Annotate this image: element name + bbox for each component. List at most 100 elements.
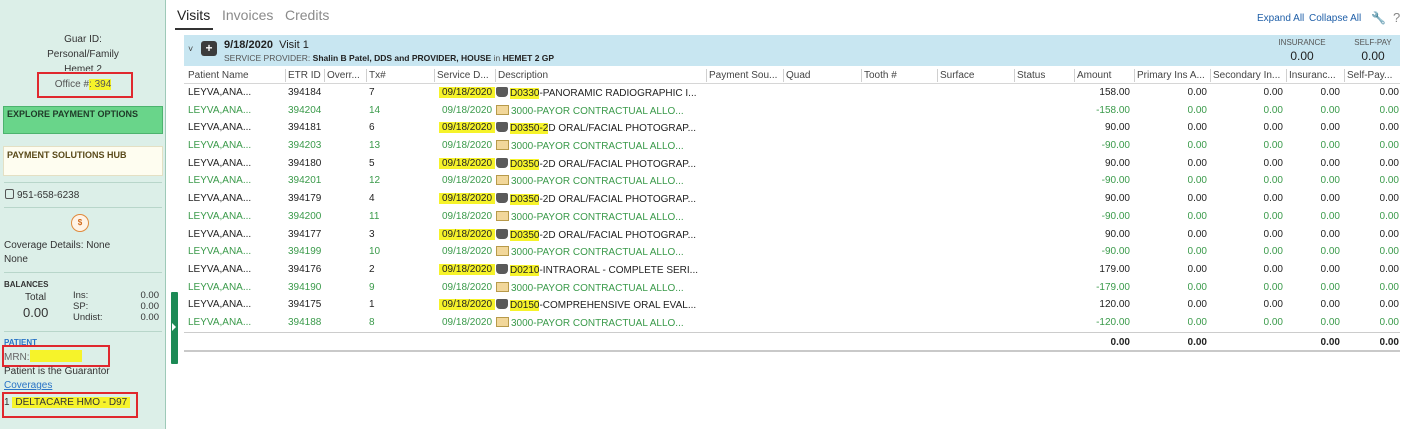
payment-coin-icon[interactable]: $ bbox=[71, 214, 89, 232]
selfpay-cell: 0.00 bbox=[1379, 140, 1399, 152]
column-divider[interactable] bbox=[1286, 69, 1287, 82]
tab-credits[interactable]: Credits bbox=[285, 7, 329, 23]
column-header[interactable]: Surface bbox=[940, 70, 1014, 81]
expand-all-link[interactable]: Expand All bbox=[1257, 13, 1304, 24]
visit-location: HEMET 2 GP bbox=[502, 53, 555, 63]
column-header[interactable]: Quad bbox=[786, 70, 860, 81]
column-divider[interactable] bbox=[1134, 69, 1135, 82]
divider bbox=[4, 331, 162, 332]
column-divider[interactable] bbox=[495, 69, 496, 82]
column-divider[interactable] bbox=[861, 69, 862, 82]
visit-header[interactable]: ˅ + 9/18/2020 Visit 1 SERVICE PROVIDER: … bbox=[184, 35, 1400, 66]
amount-cell: 120.00 bbox=[1099, 299, 1130, 311]
procedure-code: D0330 bbox=[510, 88, 540, 99]
column-divider[interactable] bbox=[783, 69, 784, 82]
column-header[interactable]: Payment Sou... bbox=[709, 70, 783, 81]
amount-cell: -179.00 bbox=[1096, 281, 1130, 293]
procedure-row[interactable]: LEYVA,ANA... 394177 3 09/18/2020 D0350-2D OR… bbox=[184, 225, 1400, 244]
secondary-cell: 0.00 bbox=[1263, 299, 1283, 311]
amount-cell: -90.00 bbox=[1101, 210, 1130, 222]
adjustment-row[interactable]: LEYVA,ANA... 394201 12 09/18/2020 3000-PAYOR… bbox=[184, 172, 1400, 191]
procedure-row[interactable]: LEYVA,ANA... 394180 5 09/18/2020 D0350-2D OR… bbox=[184, 154, 1400, 173]
column-header[interactable]: Description bbox=[498, 70, 704, 81]
procedure-row[interactable]: LEYVA,ANA... 394175 1 09/18/2020 D0150-COMPR… bbox=[184, 296, 1400, 314]
procedure-row[interactable]: LEYVA,ANA... 394179 4 09/18/2020 D0350-2D OR… bbox=[184, 190, 1400, 208]
description-text: D ORAL/FACIAL PHOTOGRAP... bbox=[548, 123, 696, 135]
selfpay-cell: 0.00 bbox=[1379, 157, 1399, 169]
column-divider[interactable] bbox=[1074, 69, 1075, 82]
adjustment-row[interactable]: LEYVA,ANA... 394200 11 09/18/2020 3000-PAYOR… bbox=[184, 207, 1400, 226]
service-date: 09/18/2020 bbox=[439, 122, 496, 134]
chevron-down-icon[interactable]: ˅ bbox=[188, 44, 193, 54]
adjustment-row[interactable]: LEYVA,ANA... 394188 8 09/18/2020 3000-PAYOR … bbox=[184, 313, 1400, 332]
tab-visits[interactable]: Visits bbox=[177, 7, 210, 23]
column-header[interactable]: Amount bbox=[1077, 70, 1131, 81]
etr-id-cell: 394177 bbox=[288, 228, 322, 240]
adjustment-row[interactable]: LEYVA,ANA... 394199 10 09/18/2020 3000-PAYOR… bbox=[184, 243, 1400, 261]
procedure-row[interactable]: LEYVA,ANA... 394181 6 09/18/2020 D0350-2D OR… bbox=[184, 119, 1400, 138]
procedure-row[interactable]: LEYVA,ANA... 394184 7 09/18/2020 D0330-PANOR… bbox=[184, 84, 1400, 102]
column-header[interactable]: Tooth # bbox=[864, 70, 938, 81]
tx-number-cell: 12 bbox=[369, 175, 381, 187]
tx-number-cell: 3 bbox=[369, 228, 375, 240]
explore-payment-options-button[interactable]: EXPLORE PAYMENT OPTIONS bbox=[3, 106, 163, 134]
column-header[interactable]: Primary Ins A... bbox=[1137, 70, 1209, 81]
column-divider[interactable] bbox=[706, 69, 707, 82]
service-date: 09/18/2020 bbox=[442, 140, 493, 152]
total-insurance: 0.00 bbox=[1320, 336, 1340, 348]
column-header[interactable]: ETR ID bbox=[288, 70, 324, 81]
collapse-all-link[interactable]: Collapse All bbox=[1309, 13, 1361, 24]
column-divider[interactable] bbox=[1014, 69, 1015, 82]
procedure-code: D0210 bbox=[510, 264, 540, 276]
procedure-row[interactable]: LEYVA,ANA... 394176 2 09/18/2020 D0210-INTRA… bbox=[184, 260, 1400, 279]
adjustment-row[interactable]: LEYVA,ANA... 394203 13 09/18/2020 3000-PAYOR… bbox=[184, 137, 1400, 155]
column-header[interactable]: Self-Pay... bbox=[1347, 70, 1401, 81]
insurance-cell: 0.00 bbox=[1320, 281, 1340, 293]
column-header[interactable]: Service D... bbox=[437, 70, 495, 81]
panel-collapse-handle[interactable] bbox=[171, 292, 178, 364]
tx-number-cell: 9 bbox=[369, 281, 375, 293]
column-header[interactable]: Insuranc... bbox=[1289, 70, 1343, 81]
column-divider[interactable] bbox=[1344, 69, 1345, 82]
column-divider[interactable] bbox=[285, 69, 286, 82]
payment-solutions-hub-button[interactable]: PAYMENT SOLUTIONS HUB bbox=[3, 146, 163, 176]
description-cell: 3000-PAYOR CONTRACTUAL ALLO... bbox=[496, 210, 706, 223]
selfpay-cell: 0.00 bbox=[1379, 246, 1399, 258]
column-header[interactable]: Status bbox=[1017, 70, 1075, 81]
mrn-label: MRN: bbox=[4, 352, 30, 363]
column-divider[interactable] bbox=[434, 69, 435, 82]
description-text: -2D ORAL/FACIAL PHOTOGRAP... bbox=[539, 229, 696, 241]
phone-value: 951-658-6238 bbox=[17, 190, 80, 201]
description-cell: D0350-2D ORAL/FACIAL PHOTOGRAP... bbox=[496, 122, 706, 135]
selfpay-cell: 0.00 bbox=[1379, 299, 1399, 311]
column-header[interactable]: Overr... bbox=[327, 70, 365, 81]
insurance-cell: 0.00 bbox=[1320, 228, 1340, 240]
column-header[interactable]: Secondary In... bbox=[1213, 70, 1285, 81]
column-divider[interactable] bbox=[1210, 69, 1211, 82]
adjustment-row[interactable]: LEYVA,ANA... 394190 9 09/18/2020 3000-PAYOR … bbox=[184, 278, 1400, 297]
visit-title: 9/18/2020 Visit 1 bbox=[224, 39, 309, 51]
balance-sp-label: SP: bbox=[73, 301, 89, 312]
column-header[interactable]: Patient Name bbox=[188, 70, 260, 81]
etr-id-cell: 394176 bbox=[288, 263, 322, 275]
column-divider[interactable] bbox=[366, 69, 367, 82]
service-date-cell: 09/18/2020 bbox=[439, 193, 501, 205]
primary-cell: 0.00 bbox=[1187, 193, 1207, 205]
etr-id-cell: 394180 bbox=[288, 157, 322, 169]
column-header[interactable]: Tx# bbox=[369, 70, 429, 81]
insurance-value: 0.00 bbox=[1290, 49, 1314, 63]
tx-number-cell: 1 bbox=[369, 299, 375, 311]
column-divider[interactable] bbox=[937, 69, 938, 82]
service-date: 09/18/2020 bbox=[442, 175, 493, 187]
column-divider[interactable] bbox=[324, 69, 325, 82]
patient-name-cell: LEYVA,ANA... bbox=[188, 316, 252, 328]
tab-invoices[interactable]: Invoices bbox=[222, 7, 273, 23]
adjustment-row[interactable]: LEYVA,ANA... 394204 14 09/18/2020 3000-PAYOR… bbox=[184, 101, 1400, 120]
help-icon[interactable]: ? bbox=[1393, 10, 1400, 25]
wrench-icon[interactable]: 🔧 bbox=[1371, 11, 1386, 25]
selfpay-value: 0.00 bbox=[1361, 49, 1385, 63]
coverages-link[interactable]: Coverages bbox=[4, 380, 52, 391]
coverage-plan[interactable]: 1 DELTACARE HMO - D97 bbox=[4, 397, 131, 408]
adjustment-ticket-icon bbox=[496, 140, 509, 151]
etr-id-cell: 394201 bbox=[288, 175, 322, 187]
